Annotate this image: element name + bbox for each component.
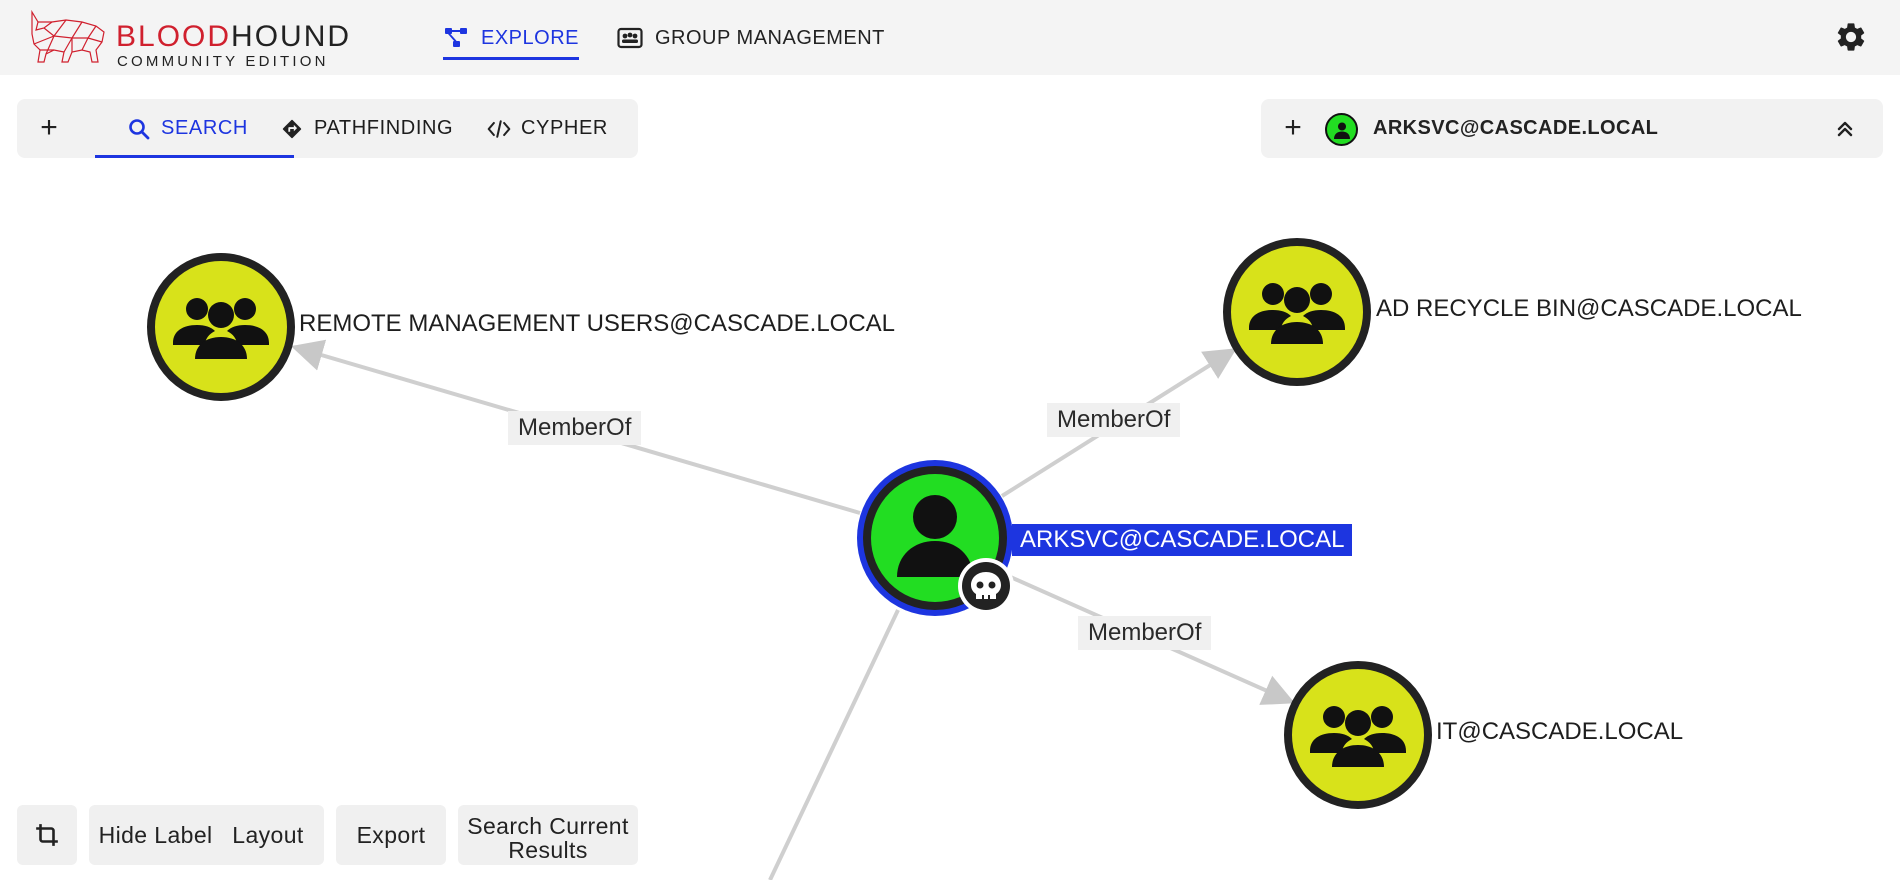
edge-label-remote-management: MemberOf	[508, 411, 642, 445]
node-label-remote-management[interactable]: REMOTE MANAGEMENT USERS@CASCADE.LOCAL	[299, 310, 895, 338]
top-navigation-bar: BLOODHOUND COMMUNITY EDITION EXPLORE GRO…	[0, 0, 1900, 75]
selected-node-panel: + ARKSVC@CASCADE.LOCAL	[1261, 99, 1883, 158]
tab-cypher[interactable]: CYPHER	[487, 99, 608, 158]
group-card-icon	[617, 26, 643, 50]
user-node-icon	[1325, 113, 1358, 146]
hound-logo-icon	[31, 9, 105, 63]
node-label-it[interactable]: IT@CASCADE.LOCAL	[1436, 718, 1683, 746]
group-node-ad-recycle-bin[interactable]	[1223, 238, 1371, 386]
tab-cypher-label: CYPHER	[521, 117, 608, 139]
graph-nodes-icon	[443, 26, 469, 50]
graph-canvas[interactable]: REMOTE MANAGEMENT USERS@CASCADE.LOCAL AD…	[0, 160, 1900, 880]
tab-search-label: SEARCH	[161, 117, 248, 139]
search-panel: + SEARCH PATHFINDING CYPHER	[17, 99, 638, 158]
layout-button[interactable]: Layout	[212, 805, 324, 865]
settings-gear-icon[interactable]	[1834, 20, 1868, 54]
directions-icon	[280, 117, 304, 141]
group-node-it[interactable]	[1284, 661, 1432, 809]
code-icon	[487, 117, 511, 141]
add-node-button[interactable]: +	[1275, 110, 1311, 146]
edge-offscreen[interactable]	[768, 609, 900, 880]
logo-subtitle: COMMUNITY EDITION	[117, 53, 329, 70]
active-tab-indicator	[95, 155, 294, 158]
nav-explore-label: EXPLORE	[481, 26, 579, 49]
node-label-ad-recycle-bin[interactable]: AD RECYCLE BIN@CASCADE.LOCAL	[1376, 295, 1802, 323]
bloodhound-logo[interactable]: BLOODHOUND COMMUNITY EDITION	[26, 8, 356, 70]
edge-label-ad-recycle-bin: MemberOf	[1047, 403, 1181, 437]
logo-title: BLOODHOUND	[116, 20, 352, 53]
user-node-arksvc[interactable]	[851, 455, 1021, 625]
nav-group-management[interactable]: GROUP MANAGEMENT	[617, 18, 885, 58]
tab-pathfinding-label: PATHFINDING	[314, 117, 454, 139]
node-label-arksvc[interactable]: ARKSVC@CASCADE.LOCAL	[1012, 524, 1353, 556]
search-icon	[127, 117, 151, 141]
edge-label-it: MemberOf	[1078, 616, 1212, 650]
tab-pathfinding[interactable]: PATHFINDING	[280, 99, 453, 158]
add-search-button[interactable]: +	[31, 110, 67, 146]
crop-fit-button[interactable]	[17, 805, 77, 865]
nav-explore[interactable]: EXPLORE	[443, 18, 579, 60]
collapse-chevron-icon[interactable]	[1829, 113, 1861, 145]
skull-icon	[958, 558, 1014, 614]
group-node-remote-management[interactable]	[147, 253, 295, 401]
export-button[interactable]: Export	[336, 805, 446, 865]
nav-group-management-label: GROUP MANAGEMENT	[655, 26, 885, 49]
selected-node-name: ARKSVC@CASCADE.LOCAL	[1373, 117, 1659, 139]
search-current-results-button[interactable]: Search Current Results	[458, 805, 638, 865]
crop-icon	[36, 824, 58, 846]
tab-search[interactable]: SEARCH	[127, 99, 248, 158]
